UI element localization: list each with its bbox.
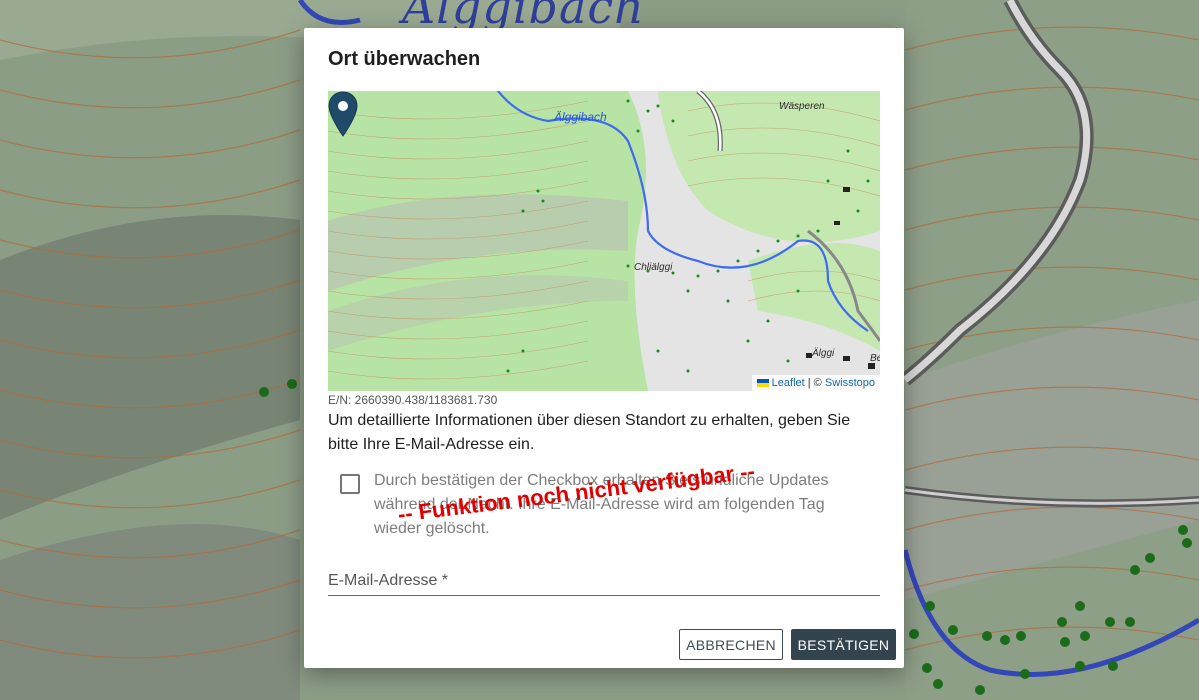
ukraine-flag-icon — [756, 379, 769, 388]
map-label-river: Älggibach — [554, 110, 607, 124]
leaflet-link[interactable]: Leaflet — [772, 377, 805, 389]
email-field-label: E-Mail-Adresse * — [328, 572, 449, 589]
map-label-village: Chliälggi — [634, 262, 673, 273]
dialog-title: Ort überwachen — [328, 48, 481, 70]
email-field[interactable] — [328, 595, 880, 596]
location-marker-icon[interactable] — [328, 91, 358, 137]
location-map[interactable]: Älggibach Wäsperen Chliälggi Älggi Be Le… — [328, 91, 880, 391]
info-text: Um detaillierte Informationen über diese… — [328, 412, 851, 453]
attribution-separator: | © — [807, 377, 822, 389]
cancel-button[interactable]: ABBRECHEN — [679, 629, 783, 660]
confirm-button[interactable]: BESTÄTIGEN — [791, 629, 896, 660]
hourly-updates-checkbox[interactable] — [340, 474, 360, 494]
map-attribution: Leaflet | © Swisstopo — [751, 375, 880, 391]
map-label-edge: Be — [870, 353, 880, 364]
map-label-south: Älggi — [812, 348, 835, 359]
location-map-graphic — [328, 91, 880, 391]
map-label-north: Wäsperen — [779, 101, 825, 112]
swisstopo-link[interactable]: Swisstopo — [825, 377, 875, 389]
coordinates-readout: E/N: 2660390.438/1183681.730 — [328, 393, 498, 407]
monitor-location-dialog: Ort überwachen Älggibach Wäsperen Chliäl… — [304, 28, 904, 668]
